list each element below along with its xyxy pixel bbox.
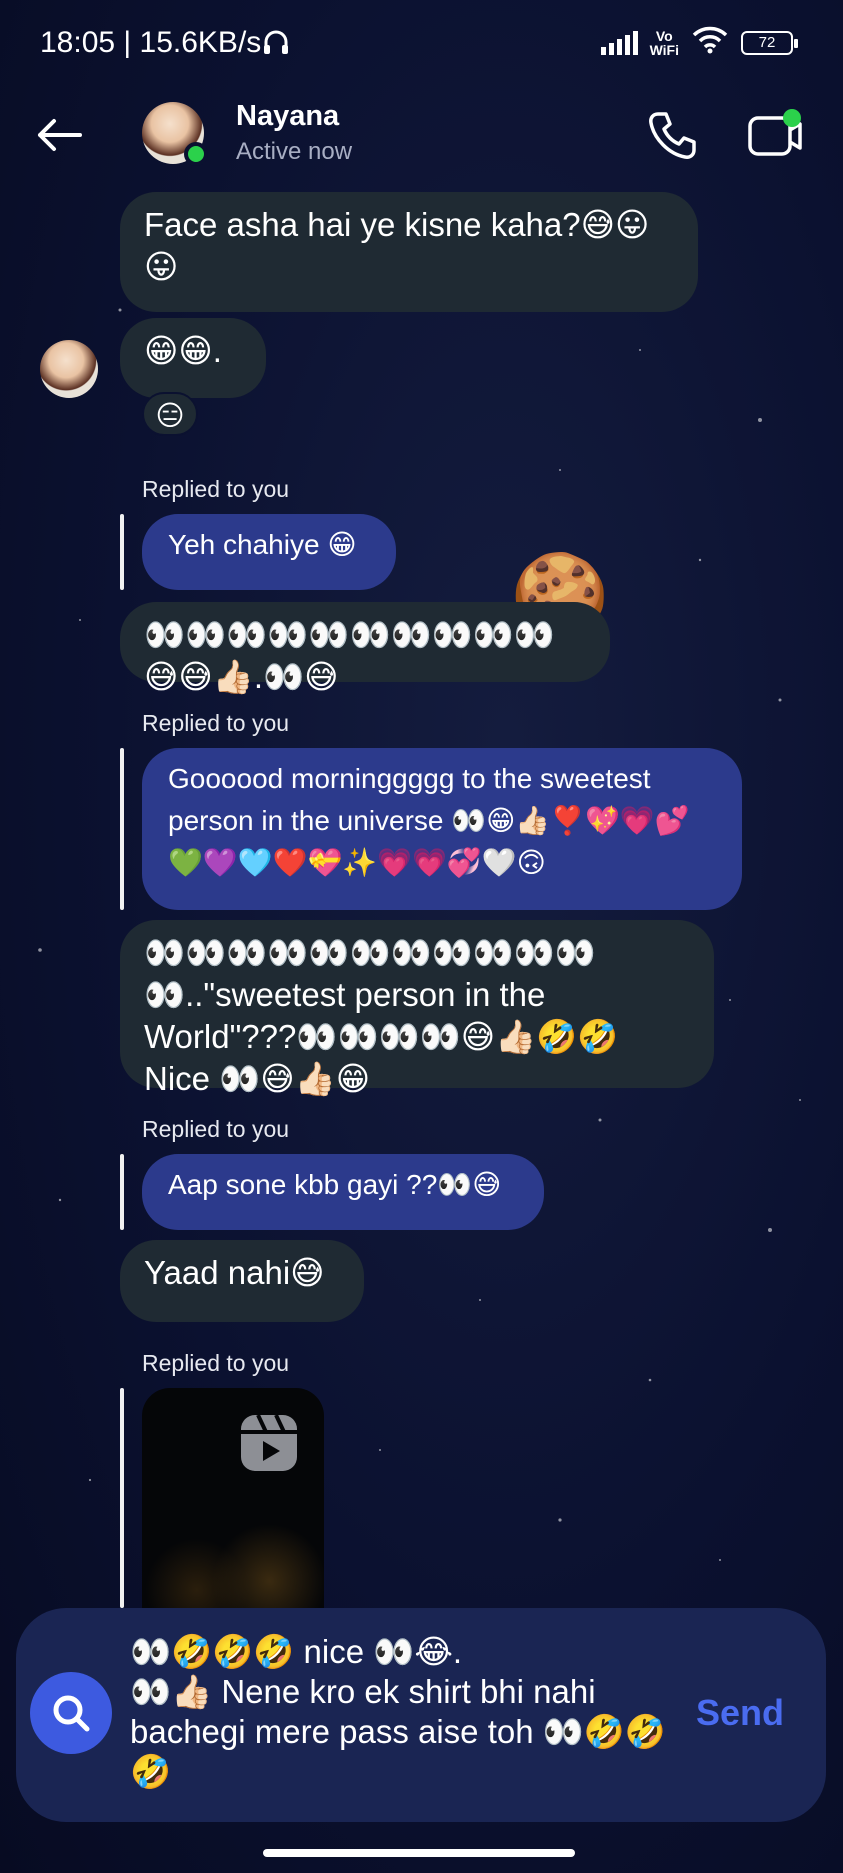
arrow-left-icon	[38, 119, 82, 151]
status-time-speed: 18:05 | 15.6KB/s	[40, 26, 262, 59]
reply-label: Replied to you	[142, 1350, 290, 1376]
reply-label: Replied to you	[142, 710, 290, 736]
reply-bar	[120, 748, 124, 910]
reel-play-icon	[241, 1414, 297, 1471]
search-button[interactable]	[30, 1672, 112, 1754]
incoming-message-1[interactable]: Face asha hai ye kisne kaha?😅😛😛	[120, 192, 698, 312]
online-indicator	[184, 142, 208, 166]
reel-thumbnail	[142, 1518, 324, 1608]
incoming-message-4[interactable]: 👀👀👀👀👀👀👀👀👀👀👀👀.."sweetest person in the Wo…	[120, 920, 714, 1097]
sender-avatar[interactable]	[40, 340, 98, 398]
incoming-message-2[interactable]: 😁😁.	[120, 318, 266, 398]
message-reaction[interactable]: 😑	[142, 392, 198, 436]
search-icon	[53, 1695, 90, 1732]
contact-name[interactable]: Nayana	[236, 100, 339, 133]
send-button[interactable]: Send	[696, 1692, 784, 1734]
message-composer: 👀🤣🤣🤣 nice 👀😂. 👀👍🏻 Nene kro ek shirt bhi …	[16, 1608, 826, 1822]
wifi-icon	[691, 26, 729, 59]
reply-bar	[120, 1388, 124, 1608]
quoted-message-3[interactable]: Aap sone kbb gayi ??👀😅	[142, 1154, 544, 1230]
vowifi-label: Vo WiFi	[649, 27, 679, 58]
phone-icon	[649, 112, 696, 159]
chat-header: Nayana Active now	[0, 90, 843, 190]
video-camera-icon	[748, 109, 802, 156]
incoming-message-5[interactable]: Yaad nahi😅	[120, 1240, 364, 1322]
quoted-message-2[interactable]: Goooood morninggggg to the sweetest pers…	[142, 748, 742, 910]
battery-icon: 72	[741, 30, 798, 55]
reply-bar	[120, 1154, 124, 1230]
contact-status: Active now	[236, 138, 353, 165]
quoted-message-1[interactable]: Yeh chahiye 😁	[142, 514, 396, 590]
incoming-message-3[interactable]: 👀👀👀👀👀👀👀👀👀👀😅😅👍🏻.👀😅	[120, 602, 610, 695]
contact-avatar[interactable]	[142, 102, 208, 166]
headphones-icon	[262, 28, 290, 61]
quoted-reel-preview[interactable]	[142, 1388, 324, 1608]
home-indicator[interactable]	[263, 1849, 575, 1857]
signal-icon	[600, 30, 638, 55]
back-button[interactable]	[30, 110, 90, 160]
status-bar: 18:05 | 15.6KB/s Vo WiFi 72	[0, 0, 843, 90]
voice-call-button[interactable]	[644, 108, 700, 164]
video-call-button[interactable]	[744, 108, 806, 164]
reply-label: Replied to you	[142, 476, 290, 502]
reply-bar	[120, 514, 124, 590]
message-input[interactable]: 👀🤣🤣🤣 nice 👀😂. 👀👍🏻 Nene kro ek shirt bhi …	[130, 1632, 670, 1792]
reply-label: Replied to you	[142, 1116, 290, 1142]
